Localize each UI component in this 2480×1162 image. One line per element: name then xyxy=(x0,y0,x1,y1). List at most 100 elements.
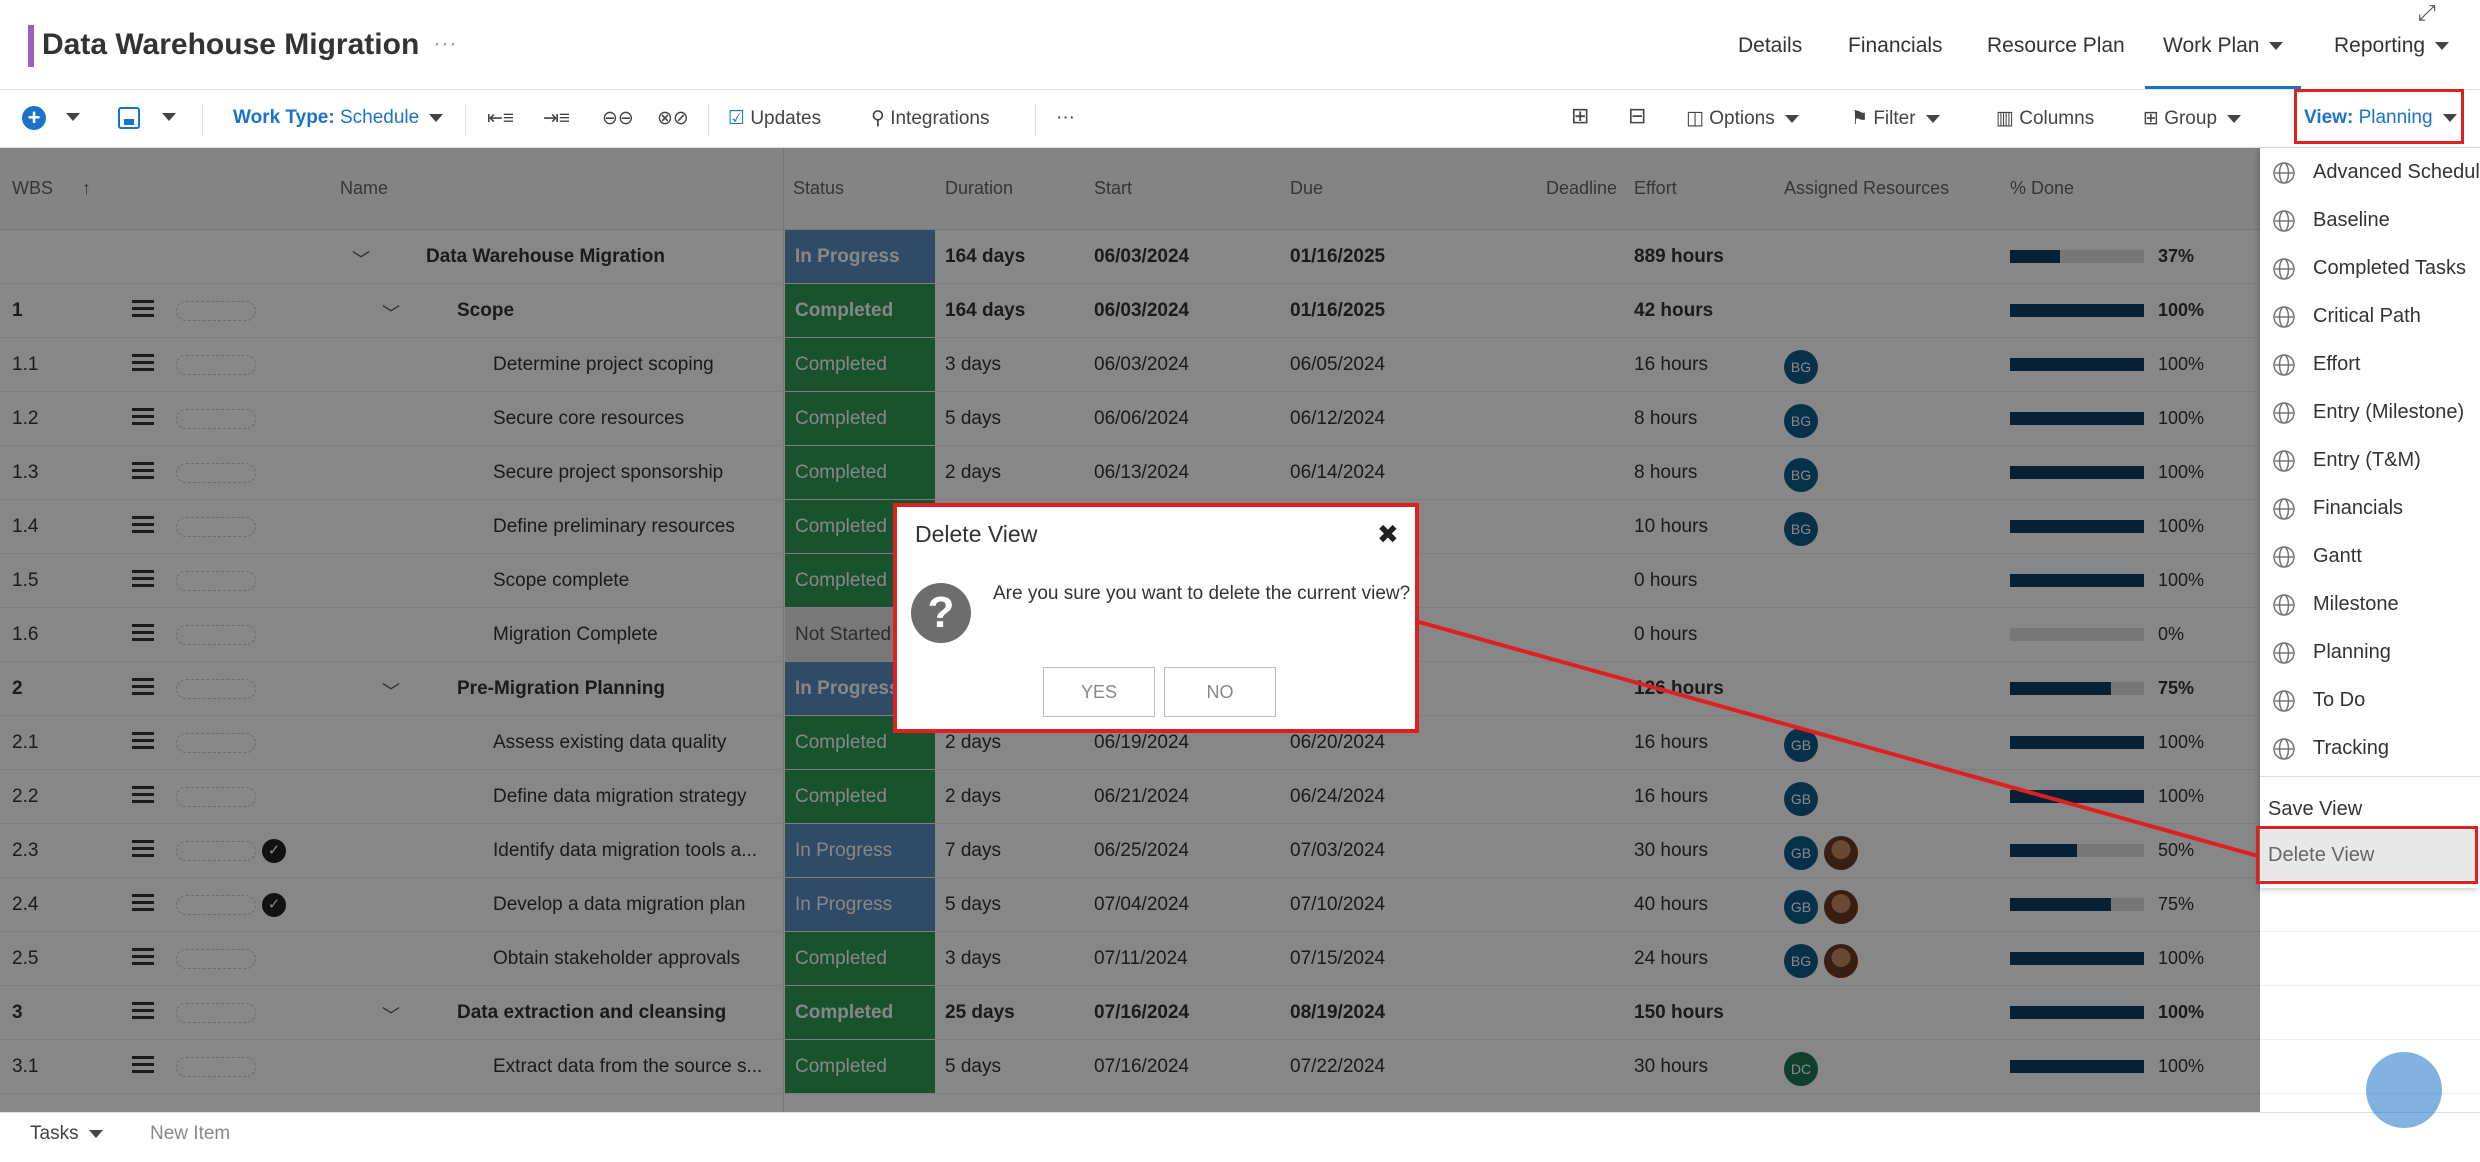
page-header: Data Warehouse Migration ··· ⤢ Details F… xyxy=(0,0,2480,90)
work-type-selector[interactable]: Work Type: Schedule xyxy=(233,107,444,129)
work-type-label: Work Type: xyxy=(233,107,335,128)
footer-bar: Tasks New Item xyxy=(0,1112,2480,1162)
filter-button[interactable]: ⚑ Filter xyxy=(1851,107,1940,130)
options-icon: ◫ xyxy=(1686,108,1704,129)
view-menu-item[interactable]: Baseline xyxy=(2260,197,2480,245)
new-item-input[interactable]: New Item xyxy=(150,1123,230,1145)
delete-view-highlight xyxy=(2256,826,2478,884)
no-button[interactable]: NO xyxy=(1164,667,1276,717)
view-menu-item-label: Advanced Scheduling xyxy=(2313,161,2480,183)
options-button[interactable]: ◫ Options xyxy=(1686,107,1799,130)
dialog-message: Are you sure you want to delete the curr… xyxy=(993,583,1411,604)
tab-reporting[interactable]: Reporting xyxy=(2334,34,2450,58)
view-menu-item[interactable]: Completed Tasks xyxy=(2260,245,2480,293)
view-dropdown-menu: Advanced Scheduling Baseline Completed Tas… xyxy=(2260,148,2480,888)
globe-icon xyxy=(2273,546,2295,568)
toolbar: + Work Type: Schedule ⇤≡ ⇥≡ ⊖⊖ ⊗⊘ ☑ Upda… xyxy=(0,90,2480,148)
view-menu-item-label: Milestone xyxy=(2313,593,2399,615)
tab-work-plan[interactable]: Work Plan xyxy=(2163,34,2284,58)
tab-financials[interactable]: Financials xyxy=(1848,34,1943,58)
view-selector-highlight xyxy=(2294,89,2464,144)
add-dropdown-button[interactable] xyxy=(66,106,80,128)
view-menu-item[interactable]: Planning xyxy=(2260,629,2480,677)
view-menu-item[interactable]: Entry (T&M) xyxy=(2260,437,2480,485)
view-menu-item-label: Entry (Milestone) xyxy=(2313,401,2465,423)
question-icon: ? xyxy=(911,583,971,643)
globe-icon xyxy=(2273,354,2295,376)
expand-icon[interactable]: ⤢ xyxy=(2418,0,2436,26)
group-button[interactable]: ⊞ Group xyxy=(2143,107,2242,130)
dialog-title: Delete View xyxy=(915,521,1038,547)
tab-details[interactable]: Details xyxy=(1738,34,1802,58)
collapse-all-icon[interactable]: ⊟ xyxy=(1628,103,1646,129)
expand-all-icon[interactable]: ⊞ xyxy=(1571,103,1589,129)
tasks-tab[interactable]: Tasks xyxy=(30,1123,103,1145)
indent-icon[interactable]: ⇥≡ xyxy=(543,107,570,130)
updates-button[interactable]: ☑ Updates xyxy=(728,107,821,130)
globe-icon xyxy=(2273,690,2295,712)
chevron-down-icon xyxy=(429,113,444,122)
updates-icon: ☑ xyxy=(728,108,746,129)
globe-icon xyxy=(2273,642,2295,664)
yes-button[interactable]: YES xyxy=(1043,667,1155,717)
chevron-down-icon xyxy=(2269,42,2284,51)
project-title: Data Warehouse Migration xyxy=(42,28,420,61)
integrations-icon: ⚲ xyxy=(871,108,885,129)
toolbar-divider xyxy=(202,104,203,136)
view-menu-item[interactable]: To Do xyxy=(2260,677,2480,725)
view-menu-item-label: Critical Path xyxy=(2313,305,2421,327)
chevron-down-icon xyxy=(1784,114,1799,123)
toolbar-divider xyxy=(465,104,466,136)
view-menu-item[interactable]: Entry (Milestone) xyxy=(2260,389,2480,437)
view-menu-item-label: Financials xyxy=(2313,497,2404,519)
chevron-down-icon xyxy=(2227,114,2242,123)
view-menu-item-label: Planning xyxy=(2313,641,2391,663)
view-menu-item-label: Entry (T&M) xyxy=(2313,449,2421,471)
title-more-icon[interactable]: ··· xyxy=(433,30,457,58)
chevron-down-icon xyxy=(2435,42,2450,51)
more-icon[interactable]: ··· xyxy=(1056,107,1075,129)
columns-label: Columns xyxy=(2019,108,2095,129)
assistant-icon[interactable] xyxy=(2366,1052,2442,1128)
outdent-icon[interactable]: ⇤≡ xyxy=(487,107,514,130)
tab-resource-plan[interactable]: Resource Plan xyxy=(1987,34,2125,58)
view-menu-item[interactable]: Effort xyxy=(2260,341,2480,389)
tab-reporting-label: Reporting xyxy=(2334,34,2426,57)
globe-icon xyxy=(2273,258,2295,280)
view-menu-item[interactable]: Financials xyxy=(2260,485,2480,533)
view-menu-item[interactable]: Critical Path xyxy=(2260,293,2480,341)
view-menu-item-label: Completed Tasks xyxy=(2313,257,2467,279)
updates-label: Updates xyxy=(750,108,822,129)
view-menu-item[interactable]: Gantt xyxy=(2260,533,2480,581)
columns-button[interactable]: ▥ Columns xyxy=(1996,107,2094,130)
title-accent-bar xyxy=(28,25,34,67)
save-icon[interactable] xyxy=(118,107,140,129)
globe-icon xyxy=(2273,450,2295,472)
add-icon[interactable]: + xyxy=(22,106,46,130)
tab-work-plan-label: Work Plan xyxy=(2163,34,2260,57)
chevron-down-icon xyxy=(1925,114,1940,123)
options-label: Options xyxy=(1709,108,1775,129)
globe-icon xyxy=(2273,162,2295,184)
active-tab-indicator xyxy=(2145,86,2301,89)
view-menu-item[interactable]: Milestone xyxy=(2260,581,2480,629)
chevron-down-icon xyxy=(66,112,80,121)
tasks-label: Tasks xyxy=(30,1123,79,1144)
group-label: Group xyxy=(2164,108,2218,129)
group-icon: ⊞ xyxy=(2143,108,2159,129)
filter-label: Filter xyxy=(1873,108,1916,129)
integrations-button[interactable]: ⚲ Integrations xyxy=(871,107,990,130)
globe-icon xyxy=(2273,210,2295,232)
link-icon[interactable]: ⊖⊖ xyxy=(602,107,634,130)
globe-icon xyxy=(2273,498,2295,520)
toolbar-divider xyxy=(1035,104,1036,136)
view-menu-item[interactable]: Tracking xyxy=(2260,725,2480,773)
delete-view-dialog: Delete View ✖ ? Are you sure you want to… xyxy=(893,503,1419,733)
view-menu-item[interactable]: Advanced Scheduling xyxy=(2260,149,2480,197)
chevron-down-icon xyxy=(162,112,176,121)
close-icon[interactable]: ✖ xyxy=(1377,519,1399,550)
globe-icon xyxy=(2273,306,2295,328)
save-dropdown-button[interactable] xyxy=(162,106,176,128)
columns-icon: ▥ xyxy=(1996,108,2014,129)
unlink-icon[interactable]: ⊗⊘ xyxy=(657,107,689,130)
